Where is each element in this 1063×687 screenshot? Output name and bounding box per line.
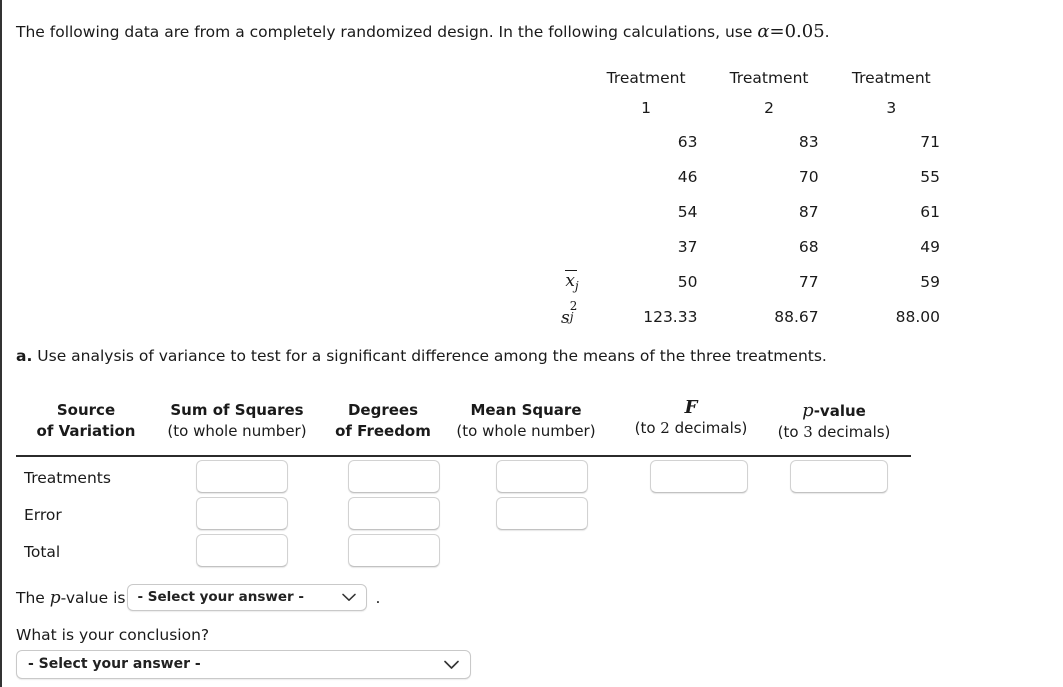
- anova-table: Source of Variation Sum of Squares (to w…: [16, 396, 911, 571]
- part-a-text: Use analysis of variance to test for a s…: [37, 347, 827, 365]
- data-row: 37 68 49: [542, 229, 962, 264]
- p-value-select-label: - Select your answer -: [137, 589, 304, 605]
- alpha-value: 0.05: [784, 21, 825, 42]
- data-cell: 87: [798, 202, 819, 221]
- column-number-2: 2: [764, 99, 774, 117]
- input-treatments-sum-of-squares[interactable]: [196, 460, 288, 493]
- data-row: 63 83 71: [542, 124, 962, 159]
- part-a-prompt: a. Use analysis of variance to test for …: [16, 347, 827, 365]
- column-header-treatment-2: Treatment: [729, 69, 809, 87]
- header-sum-of-squares: Sum of Squares (to whole number): [167, 401, 307, 440]
- sample-mean-row: xj 50 77 59: [542, 264, 962, 299]
- intro-text: The following data are from a completely…: [16, 23, 753, 41]
- row-label-total: Total: [24, 543, 61, 561]
- data-cell: 63: [677, 132, 698, 151]
- header-f-statistic: F (to 2 decimals): [616, 397, 766, 439]
- p-value-select[interactable]: - Select your answer -: [127, 584, 368, 611]
- input-treatments-mean-square[interactable]: [496, 460, 588, 493]
- input-treatments-f[interactable]: [650, 460, 748, 493]
- p-value-trailing-period: .: [375, 588, 381, 607]
- header-f-note: (to 2 decimals): [634, 419, 748, 437]
- data-cell: 68: [798, 237, 819, 256]
- header-mean-square: Mean Square (to whole number): [456, 401, 596, 440]
- input-error-sum-of-squares[interactable]: [196, 497, 288, 530]
- table-header-row-2: 1 2 3: [542, 92, 962, 124]
- p-value-lead: The p-value is: [16, 587, 126, 608]
- data-cell: 71: [920, 132, 940, 151]
- anova-header-row: Source of Variation Sum of Squares (to w…: [16, 396, 911, 454]
- row-label-error: Error: [24, 506, 62, 524]
- data-cell: 61: [920, 202, 940, 221]
- conclusion-select[interactable]: - Select your answer -: [16, 650, 471, 679]
- conclusion-select-label: - Select your answer -: [28, 656, 201, 672]
- column-header-treatment-1: Treatment: [606, 69, 686, 87]
- mean-cell: 77: [798, 272, 819, 291]
- column-number-3: 3: [886, 99, 897, 117]
- column-header-treatment-3: Treatment: [851, 69, 931, 87]
- variance-cell: 123.33: [643, 307, 698, 326]
- variance-cell: 88.00: [895, 307, 940, 326]
- input-treatments-p-value[interactable]: [790, 460, 888, 493]
- data-cell: 54: [677, 202, 698, 221]
- mean-cell: 50: [677, 272, 698, 291]
- chevron-down-icon: [442, 651, 460, 678]
- alpha-expression: α=0.05: [757, 21, 824, 42]
- worksheet-page: The following data are from a completely…: [0, 0, 1063, 687]
- data-cell: 83: [798, 132, 819, 151]
- sample-mean-label: xj: [542, 264, 595, 299]
- data-row: 54 87 61: [542, 194, 962, 229]
- header-p-value-title: p-value: [802, 400, 866, 421]
- row-label-treatments: Treatments: [24, 469, 111, 487]
- conclusion-question: What is your conclusion?: [16, 626, 210, 644]
- intro-statement: The following data are from a completely…: [16, 22, 830, 42]
- input-treatments-degrees-of-freedom[interactable]: [348, 460, 440, 493]
- p-value-question-line: The p-value is - Select your answer -.: [16, 584, 380, 611]
- s-squared-j-symbol: s2j: [560, 299, 578, 328]
- alpha-symbol: α: [757, 21, 770, 42]
- treatment-data-table: Treatment Treatment Treatment 1 2 3 63 8…: [542, 64, 962, 334]
- data-row: 46 70 55: [542, 159, 962, 194]
- variance-cell: 88.67: [774, 307, 819, 326]
- header-spacer-2: [542, 92, 595, 124]
- data-cell: 46: [677, 167, 698, 186]
- header-p-value-note: (to 3 decimals): [777, 423, 891, 441]
- intro-period: .: [824, 23, 830, 41]
- input-error-degrees-of-freedom[interactable]: [348, 497, 440, 530]
- column-number-1: 1: [641, 99, 652, 117]
- data-cell: 55: [920, 167, 940, 186]
- header-degrees-of-freedom: Degrees of Freedom: [335, 401, 431, 440]
- sample-variance-row: s2j 123.33 88.67 88.00: [542, 299, 962, 334]
- data-cell: 70: [798, 167, 819, 186]
- input-total-degrees-of-freedom[interactable]: [348, 534, 440, 567]
- part-a-marker: a.: [16, 347, 33, 365]
- table-header-row-1: Treatment Treatment Treatment: [542, 64, 962, 92]
- chevron-down-icon: [340, 585, 358, 610]
- sample-variance-label: s2j: [542, 299, 595, 334]
- anova-header-rule: [16, 455, 911, 457]
- input-error-mean-square[interactable]: [496, 497, 588, 530]
- equals-symbol: =: [769, 21, 785, 42]
- data-cell: 49: [920, 237, 940, 256]
- header-p-value: p-value (to 3 decimals): [758, 400, 910, 443]
- input-total-sum-of-squares[interactable]: [196, 534, 288, 567]
- header-spacer: [542, 64, 595, 92]
- x-bar-symbol: xj: [565, 269, 579, 293]
- mean-cell: 59: [920, 272, 940, 291]
- header-source-of-variation: Source of Variation: [36, 401, 136, 440]
- data-cell: 37: [677, 237, 698, 256]
- p-italic-symbol: p: [49, 587, 61, 608]
